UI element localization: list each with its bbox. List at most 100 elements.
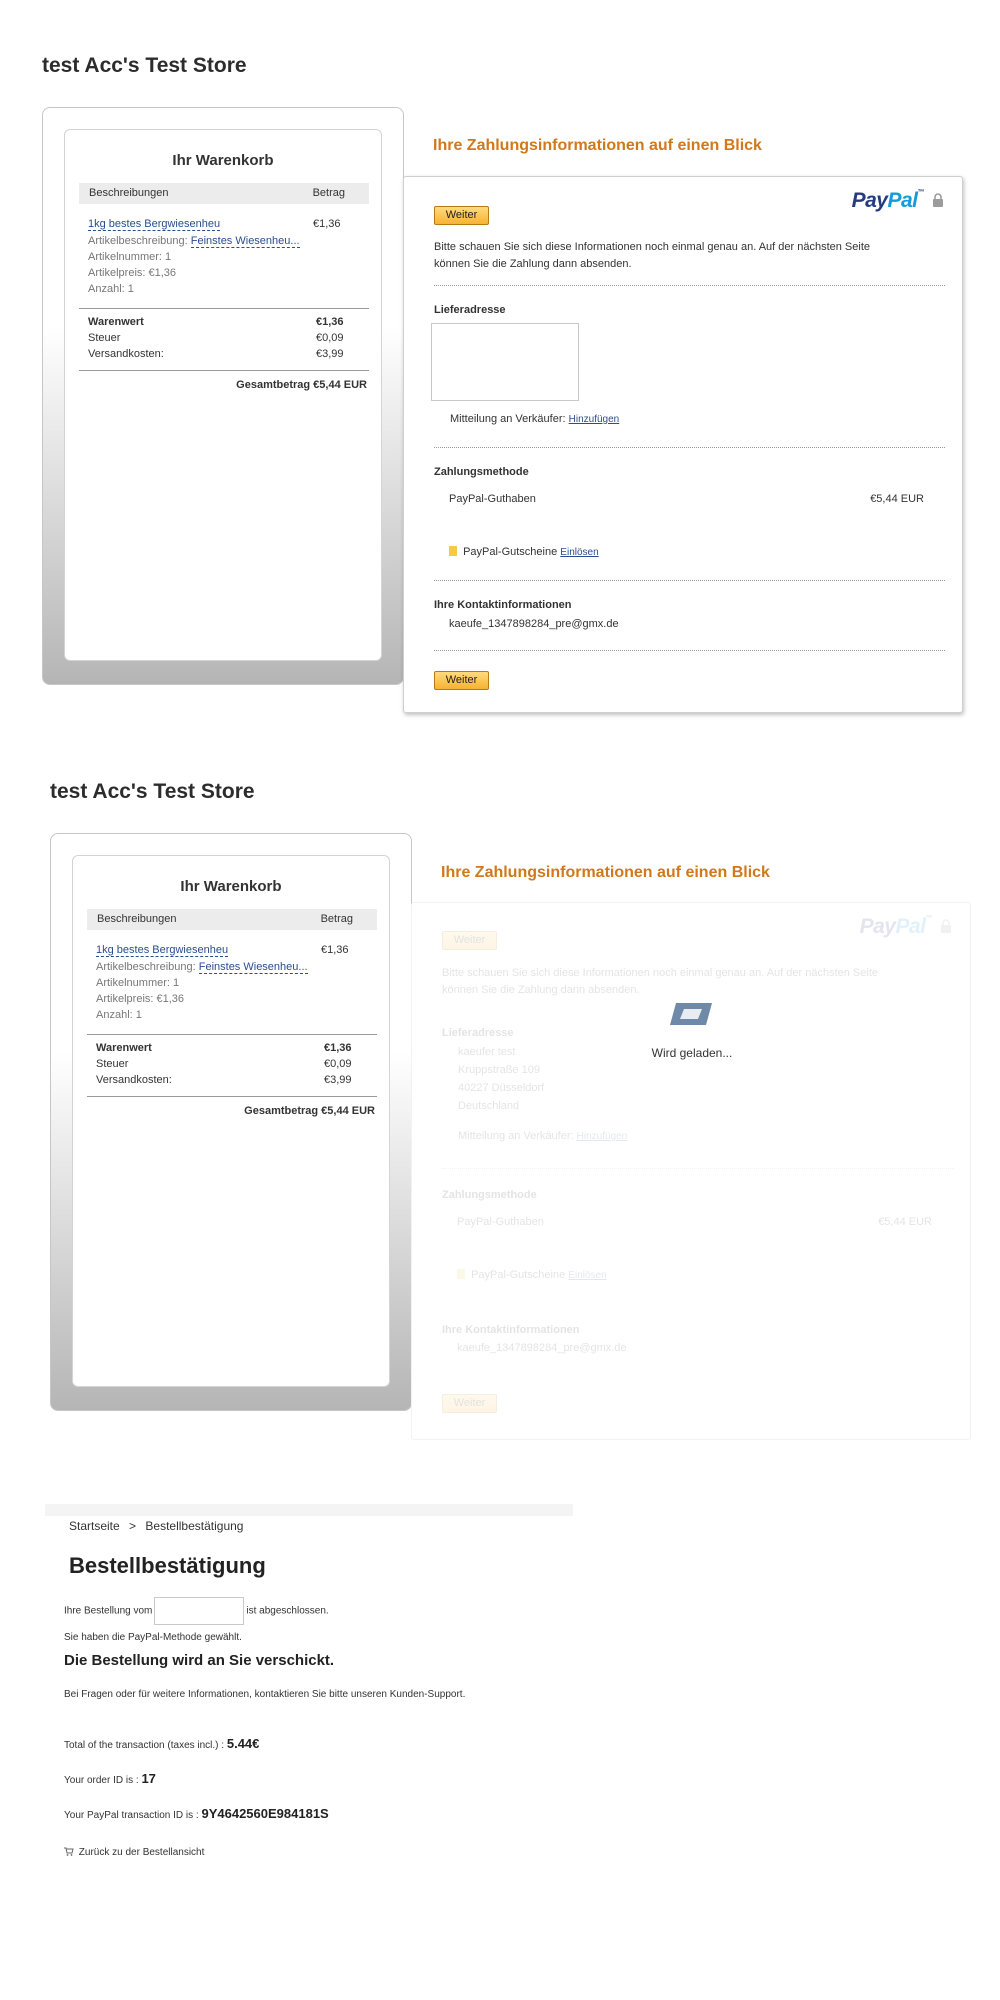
item-description-label: Artikelbeschreibung: xyxy=(88,235,188,247)
loader-icon xyxy=(670,1003,712,1025)
col-amount-header: Betrag xyxy=(312,187,345,199)
subtotal-row: Warenwert €1,36 xyxy=(96,1042,352,1054)
store-title: test Acc's Test Store xyxy=(50,780,255,803)
paypal-logo-pal: Pal xyxy=(887,189,918,212)
item-number: Artikelnummer: 1 xyxy=(96,977,180,989)
paypal-logo-tm: ™ xyxy=(917,189,925,196)
cart-table-header: Beschreibungen Betrag xyxy=(87,909,377,930)
item-description-link[interactable]: Feinstes Wiesenheu... xyxy=(198,961,308,974)
section-divider xyxy=(434,650,945,651)
order-id-label: Your order ID is : xyxy=(64,1775,139,1786)
order-id-value: 17 xyxy=(141,1771,156,1786)
cart-title: Ihr Warenkorb xyxy=(172,152,274,169)
back-link-label[interactable]: Zurück zu der Bestellansicht xyxy=(79,1847,205,1858)
item-number: Artikelnummer: 1 xyxy=(88,251,172,263)
subtotal-value: €1,36 xyxy=(316,316,344,328)
store-title: test Acc's Test Store xyxy=(42,54,247,77)
tax-row: Steuer €0,09 xyxy=(88,332,344,344)
payment-heading: Ihre Zahlungsinformationen auf einen Bli… xyxy=(433,137,762,154)
coupon-label: PayPal-Gutscheine xyxy=(463,546,558,558)
shipping-label: Versandkosten: xyxy=(88,348,164,360)
loading-overlay: Wird geladen... xyxy=(412,903,970,1439)
item-unit-price: Artikelpreis: €1,36 xyxy=(96,993,185,1005)
transaction-id-label: Your PayPal transaction ID is : xyxy=(64,1810,199,1821)
contact-info-title: Ihre Kontaktinformationen xyxy=(434,599,572,611)
order-date-field xyxy=(154,1597,245,1625)
continue-button-bottom[interactable]: Weiter xyxy=(434,671,489,690)
shipping-address-title: Lieferadresse xyxy=(434,304,506,316)
item-description: Artikelbeschreibung: Feinstes Wiesenheu.… xyxy=(96,961,308,974)
tax-value: €0,09 xyxy=(316,332,344,344)
cart-panel: Ihr Warenkorb Beschreibungen Betrag 1kg … xyxy=(50,833,412,1411)
transaction-total: Total of the transaction (taxes incl.) :… xyxy=(64,1736,259,1751)
grand-total: Gesamtbetrag €5,44 EUR xyxy=(236,379,367,391)
subtotal-label: Warenwert xyxy=(88,316,144,328)
add-seller-message-link[interactable]: Hinzufügen xyxy=(569,414,620,425)
order-id: Your order ID is : 17 xyxy=(64,1771,156,1786)
breadcrumb-bar xyxy=(45,1504,573,1516)
col-desc-header: Beschreibungen xyxy=(89,187,169,199)
breadcrumb: Startseite > Bestellbestätigung xyxy=(69,1519,243,1533)
breadcrumb-home-link[interactable]: Startseite xyxy=(69,1519,120,1533)
payment-box: PayPal™ Weiter Bitte schauen Sie sich di… xyxy=(403,176,963,713)
subtotal-label: Warenwert xyxy=(96,1042,152,1054)
tax-row: Steuer €0,09 xyxy=(96,1058,352,1070)
item-price: €1,36 xyxy=(313,218,341,230)
cart-inner: Ihr Warenkorb Beschreibungen Betrag 1kg … xyxy=(72,855,390,1387)
paypal-balance-label: PayPal-Guthaben xyxy=(449,493,536,505)
tax-label: Steuer xyxy=(88,332,121,344)
continue-button-top[interactable]: Weiter xyxy=(434,206,489,225)
order-complete-line: Ihre Bestellung vom ist abgeschlossen. xyxy=(64,1597,329,1625)
shipping-row: Versandkosten: €3,99 xyxy=(96,1074,352,1086)
item-name-link[interactable]: 1kg bestes Bergwiesenheu xyxy=(96,944,229,957)
paypal-logo-pay: Pay xyxy=(851,189,888,212)
cart-title: Ihr Warenkorb xyxy=(180,878,282,895)
cart-inner: Ihr Warenkorb Beschreibungen Betrag 1kg … xyxy=(64,129,382,661)
back-to-orders-link[interactable]: Zurück zu der Bestellansicht xyxy=(64,1847,204,1858)
col-amount-header: Betrag xyxy=(320,913,353,925)
payment-heading: Ihre Zahlungsinformationen auf einen Bli… xyxy=(441,864,770,881)
payment-box-loading: PayPal™ Weiter Bitte schauen Sie sich di… xyxy=(411,902,971,1440)
col-desc-header: Beschreibungen xyxy=(97,913,177,925)
cart-table-header: Beschreibungen Betrag xyxy=(79,183,369,204)
cart-divider xyxy=(87,1096,377,1097)
seller-message: Mitteilung an Verkäufer: Hinzufügen xyxy=(450,413,619,425)
tax-label: Steuer xyxy=(96,1058,129,1070)
transaction-id-value: 9Y4642560E984181S xyxy=(201,1806,329,1821)
cart-divider xyxy=(79,308,369,309)
support-text: Bei Fragen oder für weitere Informatione… xyxy=(64,1689,466,1700)
paypal-coupons: PayPal-Gutscheine Einlösen xyxy=(449,546,599,558)
item-name-link[interactable]: 1kg bestes Bergwiesenheu xyxy=(88,218,221,231)
loading-text: Wird geladen... xyxy=(651,1046,733,1060)
transaction-total-value: 5.44€ xyxy=(226,1736,260,1751)
payment-method-title: Zahlungsmethode xyxy=(434,466,529,478)
subtotal-row: Warenwert €1,36 xyxy=(88,316,344,328)
redeem-coupon-link[interactable]: Einlösen xyxy=(560,547,598,558)
item-description-label: Artikelbeschreibung: xyxy=(96,961,196,973)
cart-icon xyxy=(64,1847,74,1856)
section-divider xyxy=(434,285,945,286)
breadcrumb-current: Bestellbestätigung xyxy=(145,1519,244,1533)
shipping-value: €3,99 xyxy=(324,1074,352,1086)
order-prefix: Ihre Bestellung vom xyxy=(64,1605,153,1617)
cart-divider xyxy=(79,370,369,371)
shipping-address-box xyxy=(431,323,579,401)
contact-email: kaeufe_1347898284_pre@gmx.de xyxy=(449,618,619,630)
section-divider xyxy=(434,447,945,448)
seller-message-label: Mitteilung an Verkäufer: xyxy=(450,413,566,425)
payment-method-text: Sie haben die PayPal-Methode gewählt. xyxy=(64,1632,242,1643)
cart-panel: Ihr Warenkorb Beschreibungen Betrag 1kg … xyxy=(42,107,404,685)
shipping-row: Versandkosten: €3,99 xyxy=(88,348,344,360)
transaction-total-label: Total of the transaction (taxes incl.) : xyxy=(64,1740,225,1751)
item-description: Artikelbeschreibung: Feinstes Wiesenheu.… xyxy=(88,235,300,248)
breadcrumb-separator: > xyxy=(129,1519,137,1533)
section-divider xyxy=(434,580,945,581)
page-title: Bestellbestätigung xyxy=(69,1553,266,1578)
coupon-icon xyxy=(449,546,457,556)
grand-total: Gesamtbetrag €5,44 EUR xyxy=(244,1105,375,1117)
shipping-label: Versandkosten: xyxy=(96,1074,172,1086)
order-suffix: ist abgeschlossen. xyxy=(246,1605,329,1617)
intro-text: Bitte schauen Sie sich diese Information… xyxy=(434,241,871,270)
item-description-link[interactable]: Feinstes Wiesenheu... xyxy=(190,235,300,248)
paypal-balance-amount: €5,44 EUR xyxy=(870,493,924,505)
